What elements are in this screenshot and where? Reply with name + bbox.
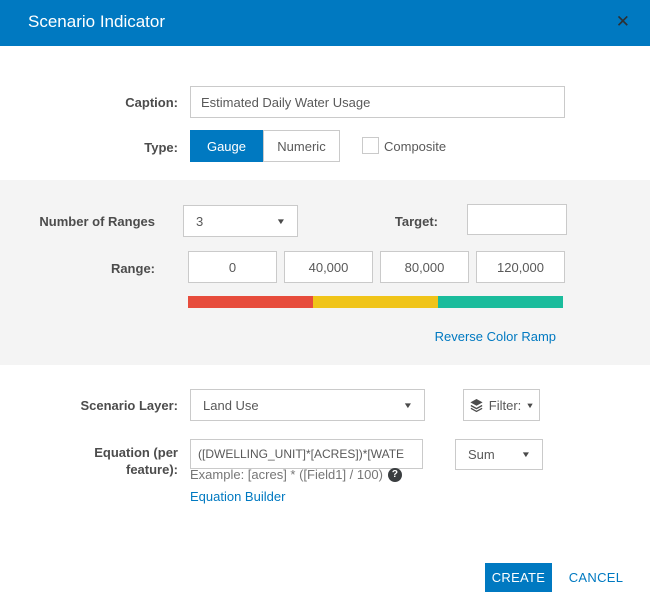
ramp-segment-red — [188, 296, 313, 308]
equation-builder-link[interactable]: Equation Builder — [190, 489, 285, 504]
number-of-ranges-select[interactable]: 3 ▼ — [183, 205, 298, 237]
target-input[interactable] — [467, 204, 567, 235]
ramp-segment-teal — [438, 296, 563, 308]
type-gauge-button[interactable]: Gauge — [190, 130, 263, 162]
type-gauge-label: Gauge — [206, 138, 247, 154]
chevron-down-icon: ▼ — [275, 216, 287, 226]
composite-checkbox[interactable] — [362, 137, 379, 154]
ramp-segment-yellow — [313, 296, 438, 308]
scenario-layer-value: Land Use — [203, 397, 259, 413]
target-label: Target: — [394, 214, 438, 229]
equation-label: Equation (per feature): — [0, 444, 178, 478]
chevron-down-icon: ▼ — [525, 400, 535, 410]
equation-example-text: Example: [acres] * ([Field1] / 100) — [190, 467, 383, 482]
range-input-2[interactable] — [284, 251, 373, 283]
equation-example-row: Example: [acres] * ([Field1] / 100) ? — [190, 467, 402, 482]
range-input-3[interactable] — [380, 251, 469, 283]
color-ramp — [188, 296, 563, 308]
type-numeric-label: Numeric — [277, 138, 326, 154]
caption-input[interactable] — [190, 86, 565, 118]
composite-label: Composite — [384, 139, 447, 154]
equation-input[interactable] — [190, 439, 423, 469]
caption-label: Caption: — [125, 95, 178, 110]
number-of-ranges-label: Number of Ranges — [39, 214, 155, 229]
close-icon[interactable]: ✕ — [616, 11, 630, 33]
equation-label-line1: Equation (per — [94, 445, 178, 460]
layers-icon — [469, 398, 484, 413]
chevron-down-icon: ▼ — [520, 450, 532, 459]
dialog-title: Scenario Indicator — [28, 12, 166, 31]
aggregation-select[interactable]: Sum ▼ — [455, 439, 543, 470]
filter-button[interactable]: Filter: ▼ — [463, 389, 540, 421]
cancel-button[interactable]: CANCEL — [563, 563, 629, 592]
equation-label-line2: feature): — [125, 462, 178, 477]
reverse-color-ramp-link[interactable]: Reverse Color Ramp — [190, 329, 556, 344]
range-input-1[interactable] — [188, 251, 277, 283]
create-button[interactable]: CREATE — [485, 563, 552, 592]
filter-label: Filter: — [488, 397, 522, 413]
number-of-ranges-value: 3 — [196, 213, 204, 229]
type-label: Type: — [144, 140, 178, 155]
range-input-4[interactable] — [476, 251, 565, 283]
scenario-layer-select[interactable]: Land Use ▼ — [190, 389, 425, 421]
type-numeric-button[interactable]: Numeric — [263, 130, 340, 162]
dialog-header: Scenario Indicator ✕ — [0, 0, 650, 46]
range-label: Range: — [110, 261, 155, 276]
scenario-indicator-dialog: Scenario Indicator ✕ Caption: Type: Gaug… — [0, 0, 650, 612]
aggregation-value: Sum — [468, 447, 495, 462]
help-icon[interactable]: ? — [387, 467, 402, 482]
scenario-layer-label: Scenario Layer: — [80, 398, 178, 413]
chevron-down-icon: ▼ — [402, 400, 414, 410]
